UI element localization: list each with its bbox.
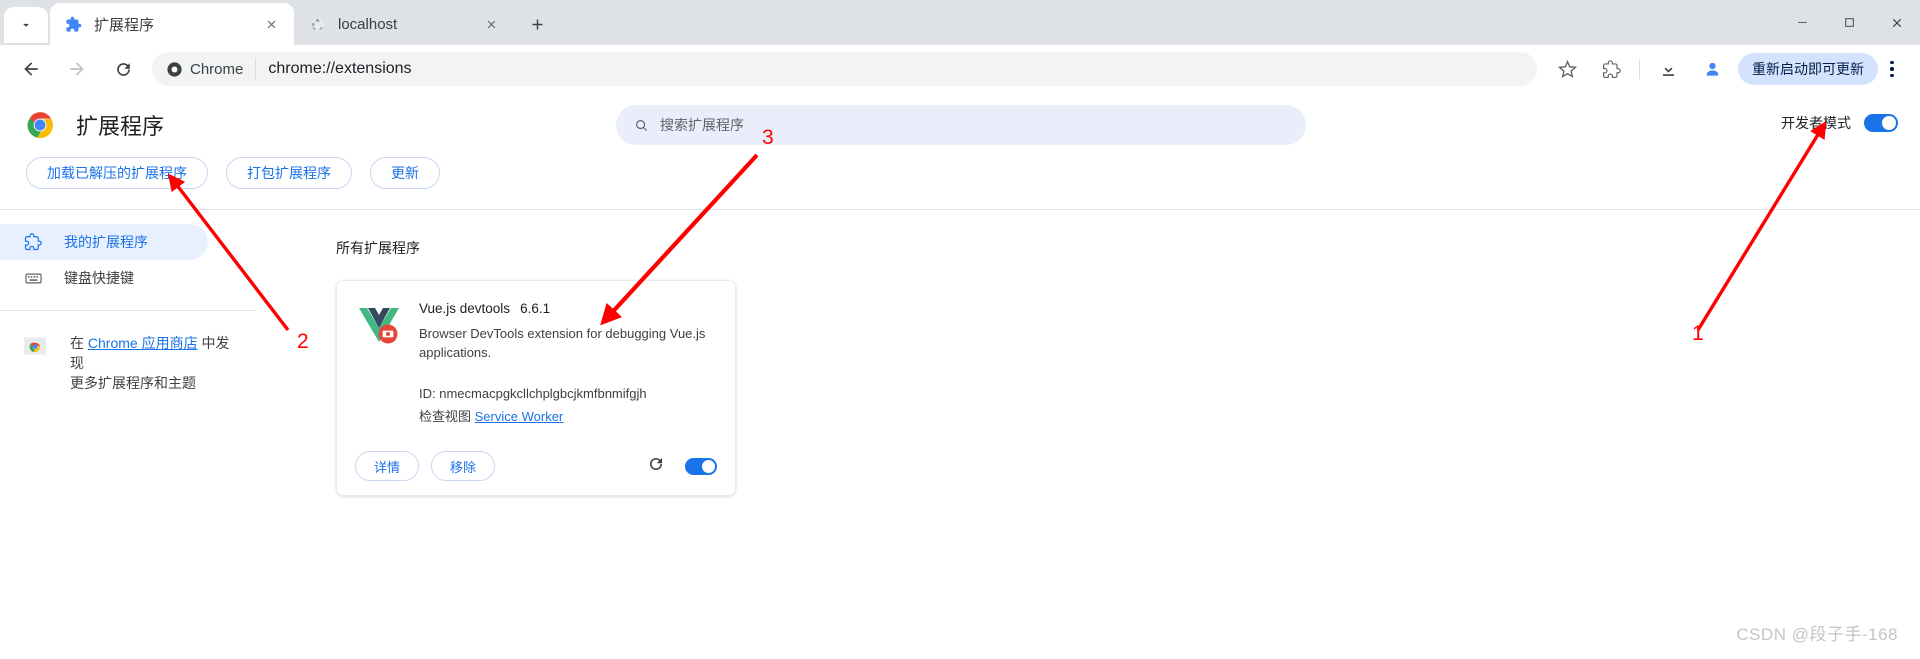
web-store-icon <box>24 337 46 355</box>
puzzle-icon <box>22 233 44 251</box>
annotation-number-1: 1 <box>1692 322 1704 345</box>
watermark: CSDN @段子手-168 <box>1736 625 1898 644</box>
browser-menu-icon[interactable] <box>1878 53 1906 85</box>
service-worker-link[interactable]: Service Worker <box>475 409 564 424</box>
keyboard-icon <box>22 269 44 288</box>
toolbar-divider <box>1639 59 1640 79</box>
extension-card: Vue.js devtools 6.6.1 Browser DevTools ex… <box>336 280 736 496</box>
store-prefix: 在 <box>70 335 88 351</box>
load-unpacked-button[interactable]: 加载已解压的扩展程序 <box>26 157 208 189</box>
search-icon <box>636 119 647 131</box>
minimize-icon[interactable] <box>1779 0 1826 45</box>
chrome-chip: Chrome <box>166 58 257 80</box>
inspect-views-row: 检查视图 Service Worker <box>419 406 717 425</box>
search-placeholder: 搜索扩展程序 <box>660 117 744 133</box>
developer-mode-toggle[interactable] <box>1864 114 1898 132</box>
sidebar: 我的扩展程序 键盘快捷键 在 Chrome 应用商店 中发现 更多扩展程序和主题 <box>0 210 256 658</box>
search-extensions-input[interactable]: 搜索扩展程序 <box>616 105 1306 145</box>
extension-name: Vue.js devtools <box>419 301 511 316</box>
address-bar-url: chrome://extensions <box>268 60 412 77</box>
extension-id-label: ID: <box>419 386 436 401</box>
forward-icon[interactable] <box>58 50 96 88</box>
profile-avatar[interactable] <box>1695 52 1729 86</box>
tab-strip: 扩展程序 localhost <box>0 0 1920 45</box>
address-bar[interactable]: Chrome chrome://extensions <box>152 52 1537 86</box>
extension-name-row: Vue.js devtools 6.6.1 <box>419 301 717 316</box>
downloads-icon[interactable] <box>1651 52 1685 86</box>
browser-tab-extensions[interactable]: 扩展程序 <box>50 3 294 45</box>
close-window-icon[interactable] <box>1873 0 1920 45</box>
chrome-chip-label: Chrome <box>190 60 244 78</box>
extension-card-controls <box>647 455 717 478</box>
developer-mode-label: 开发者模式 <box>1781 115 1851 131</box>
pack-extension-button[interactable]: 打包扩展程序 <box>226 157 352 189</box>
extension-enabled-toggle[interactable] <box>685 457 717 475</box>
extension-info: Vue.js devtools 6.6.1 Browser DevTools ex… <box>419 298 717 425</box>
chrome-web-store-promo: 在 Chrome 应用商店 中发现 更多扩展程序和主题 <box>0 311 256 393</box>
window-controls <box>1779 0 1920 45</box>
page-title: 扩展程序 <box>76 114 165 139</box>
vue-devtools-icon <box>359 308 399 344</box>
extension-id-value: nmecmacpgkcllchplgbcjkmfbnmifgjh <box>439 386 647 401</box>
close-icon[interactable] <box>480 13 502 35</box>
developer-mode-control[interactable]: 开发者模式 <box>1781 113 1898 133</box>
extension-description: Browser DevTools extension for debugging… <box>419 326 706 360</box>
page-header: 扩展程序 搜索扩展程序 开发者模式 <box>0 93 1920 157</box>
sidebar-item-keyboard-shortcuts[interactable]: 键盘快捷键 <box>0 260 208 296</box>
extensions-puzzle-icon[interactable] <box>1594 52 1628 86</box>
page-action-buttons: 加载已解压的扩展程序 打包扩展程序 更新 <box>0 157 1920 209</box>
maximize-icon[interactable] <box>1826 0 1873 45</box>
close-icon[interactable] <box>260 13 282 35</box>
annotation-number-3: 3 <box>762 126 774 149</box>
browser-toolbar: Chrome chrome://extensions 重新启动即可更新 <box>0 45 1920 93</box>
remove-button[interactable]: 移除 <box>431 451 496 481</box>
extension-version: 6.6.1 <box>520 301 551 316</box>
chrome-logo-icon <box>27 112 54 139</box>
update-button[interactable]: 重新启动即可更新 <box>1738 53 1878 85</box>
tab-title: localhost <box>338 15 398 33</box>
section-title: 所有扩展程序 <box>336 240 420 256</box>
details-button[interactable]: 详情 <box>355 451 420 481</box>
update-extensions-button[interactable]: 更新 <box>370 157 440 189</box>
new-tab-button[interactable] <box>520 7 554 41</box>
reload-extension-icon[interactable] <box>647 455 665 478</box>
annotation-number-2: 2 <box>297 330 309 353</box>
sidebar-item-label: 我的扩展程序 <box>64 234 148 250</box>
back-icon[interactable] <box>12 50 50 88</box>
sidebar-item-label: 键盘快捷键 <box>64 270 134 286</box>
reload-icon[interactable] <box>104 50 142 88</box>
inspect-views-label: 检查视图 <box>419 409 472 424</box>
chrome-icon <box>167 61 182 77</box>
extension-id-row: ID: nmecmacpgkcllchplgbcjkmfbnmifgjh <box>419 386 717 401</box>
extension-card-footer: 详情 移除 <box>355 451 717 495</box>
extensions-content: 所有扩展程序 Vue.js devtools 6.6.1 Browser Dev… <box>256 210 1920 658</box>
tab-search-button[interactable] <box>4 7 48 43</box>
chrome-web-store-link[interactable]: Chrome 应用商店 <box>88 335 198 351</box>
page-body: 我的扩展程序 键盘快捷键 在 Chrome 应用商店 中发现 更多扩展程序和主题… <box>0 210 1920 658</box>
sidebar-item-my-extensions[interactable]: 我的扩展程序 <box>0 224 208 260</box>
store-line2: 更多扩展程序和主题 <box>70 375 196 391</box>
browser-tab-localhost[interactable]: localhost <box>294 3 514 45</box>
puzzle-icon <box>64 15 83 34</box>
globe-icon <box>308 15 327 34</box>
tab-title: 扩展程序 <box>94 16 155 34</box>
extension-card-top: Vue.js devtools 6.6.1 Browser DevTools ex… <box>355 298 717 425</box>
browser-window: 扩展程序 localhost Chrome chrome://extension… <box>0 0 1920 659</box>
extensions-page: 扩展程序 搜索扩展程序 开发者模式 加载已解压的扩展程序 打包扩展程序 更新 我… <box>0 93 1920 659</box>
bookmark-star-icon[interactable] <box>1550 52 1584 86</box>
web-store-text: 在 Chrome 应用商店 中发现 更多扩展程序和主题 <box>70 333 240 393</box>
